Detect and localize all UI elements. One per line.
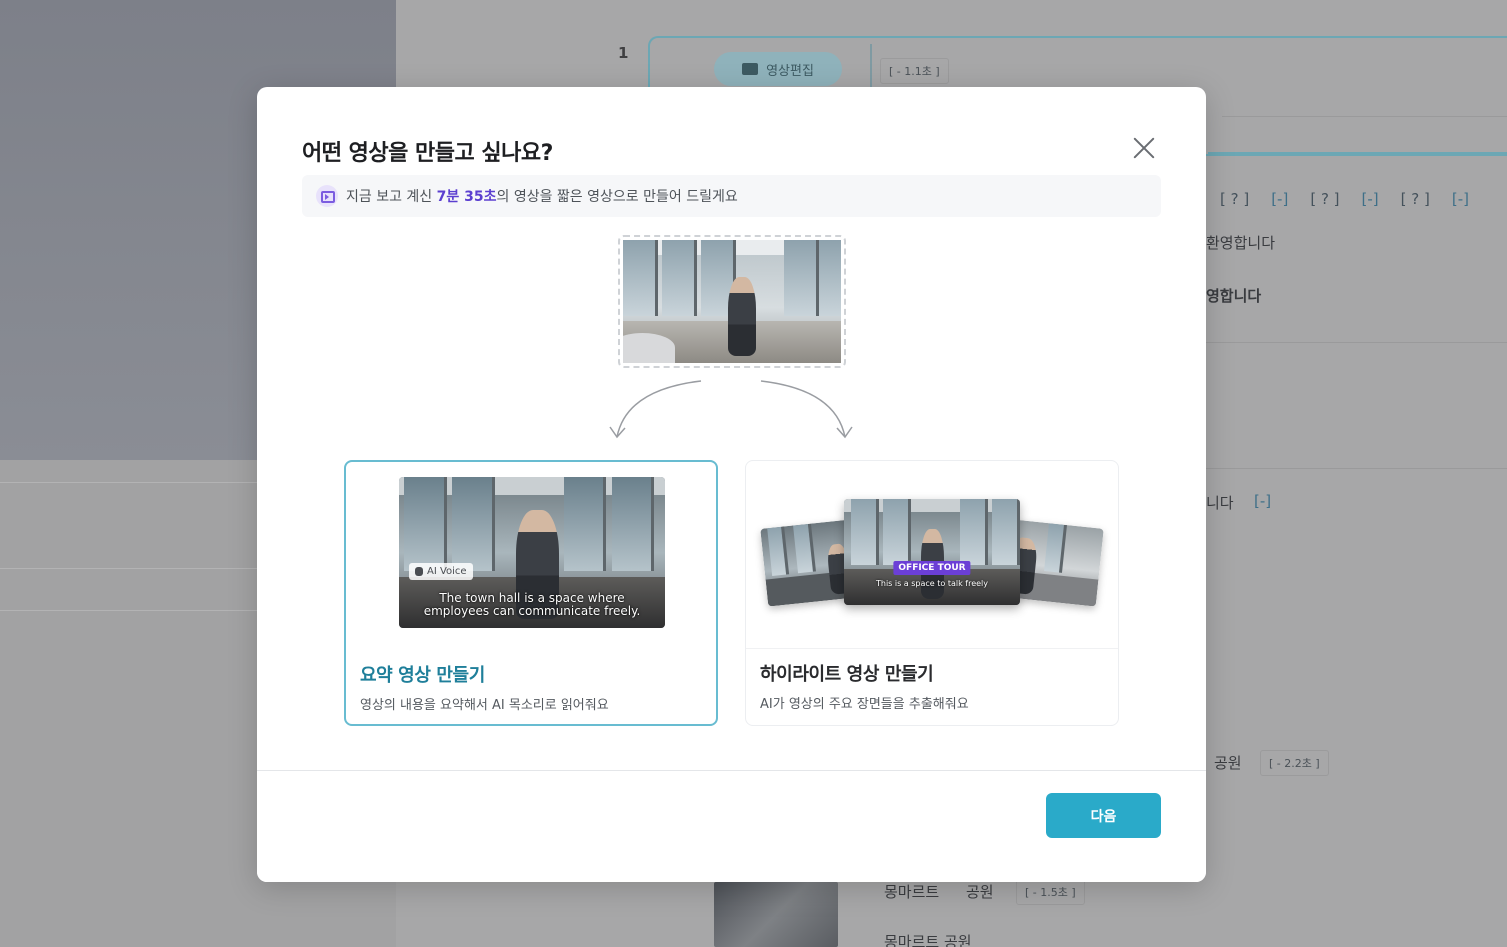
option-title: 요약 영상 만들기 xyxy=(360,665,485,686)
info-bar: 지금 보고 계신 7분 35초의 영상을 짧은 영상으로 만들어 드릴게요 xyxy=(302,175,1161,217)
divider xyxy=(1208,152,1507,154)
summary-preview: AI Voice The town hall is a space where … xyxy=(346,462,716,650)
script-line[interactable]: 몽마르트 공원 xyxy=(884,931,972,947)
script-line[interactable]: 영합니다 xyxy=(1206,285,1261,306)
segment-time[interactable]: [ - 1.1초 ] xyxy=(880,58,949,84)
script-line[interactable]: 니다 xyxy=(1206,492,1234,513)
divider xyxy=(1222,116,1507,117)
highlight-clip-thumbnail: OFFICE TOUR This is a space to talk free… xyxy=(844,499,1020,605)
token[interactable]: [-] xyxy=(1362,190,1379,208)
video-caption: The town hall is a space where employees… xyxy=(423,591,641,618)
option-highlight-video[interactable]: OFFICE TOUR This is a space to talk free… xyxy=(745,460,1119,726)
mic-icon xyxy=(415,567,423,576)
segment-time[interactable]: [ - 1.5초 ] xyxy=(1016,879,1085,905)
option-description: AI가 영상의 주요 장면들을 추출해줘요 xyxy=(760,697,969,712)
segment-divider xyxy=(870,44,872,88)
ai-voice-badge: AI Voice xyxy=(409,563,473,580)
create-video-modal: 어떤 영상을 만들고 싶나요? 지금 보고 계신 7분 35초의 영상을 짧은 … xyxy=(257,87,1206,882)
video-convert-icon xyxy=(316,185,338,207)
script-word[interactable]: 공원 xyxy=(966,881,994,902)
token[interactable]: [ ? ] xyxy=(1401,190,1430,208)
script-word[interactable]: 몽마르트 xyxy=(884,881,939,902)
token[interactable]: [-] xyxy=(1271,190,1288,208)
segment-time[interactable]: [ - 2.2초 ] xyxy=(1260,750,1329,776)
segment-chip[interactable]: 영상편집 xyxy=(714,52,842,86)
modal-title: 어떤 영상을 만들고 싶나요? xyxy=(302,141,553,166)
divider xyxy=(1206,468,1507,469)
source-video-thumbnail xyxy=(618,235,846,368)
option-title: 하이라이트 영상 만들기 xyxy=(760,664,934,685)
next-button[interactable]: 다음 xyxy=(1046,793,1161,838)
token[interactable]: [-] xyxy=(1254,492,1271,510)
video-duration: 7분 35초 xyxy=(436,189,497,205)
segment-thumbnail xyxy=(714,882,838,947)
option-summary-video[interactable]: AI Voice The town hall is a space where … xyxy=(344,460,718,726)
script-word[interactable]: 공원 xyxy=(1214,752,1242,773)
token[interactable]: [ ? ] xyxy=(1220,190,1249,208)
script-line[interactable]: 환영합니다 xyxy=(1206,232,1275,253)
option-description: 영상의 내용을 요약해서 AI 목소리로 읽어줘요 xyxy=(360,698,609,713)
token[interactable]: [-] xyxy=(1452,190,1469,208)
summary-video-thumbnail: AI Voice The town hall is a space where … xyxy=(399,477,665,628)
office-tour-subtitle: This is a space to talk freely xyxy=(875,579,989,588)
close-icon[interactable] xyxy=(1129,133,1159,163)
info-text: 지금 보고 계신 7분 35초의 영상을 짧은 영상으로 만들어 드릴게요 xyxy=(346,189,738,205)
segment-chip-label: 영상편집 xyxy=(766,63,814,79)
highlight-preview: OFFICE TOUR This is a space to talk free… xyxy=(746,461,1118,649)
token-row: [ ? ] [-] [ ? ] [-] [ ? ] [-] xyxy=(1220,190,1469,208)
divider xyxy=(1206,342,1507,343)
token[interactable]: [ ? ] xyxy=(1310,190,1339,208)
office-tour-label: OFFICE TOUR xyxy=(893,561,971,575)
branch-arrows xyxy=(609,380,853,439)
clapperboard-icon xyxy=(742,63,759,75)
segment-number: 1 xyxy=(618,44,629,62)
